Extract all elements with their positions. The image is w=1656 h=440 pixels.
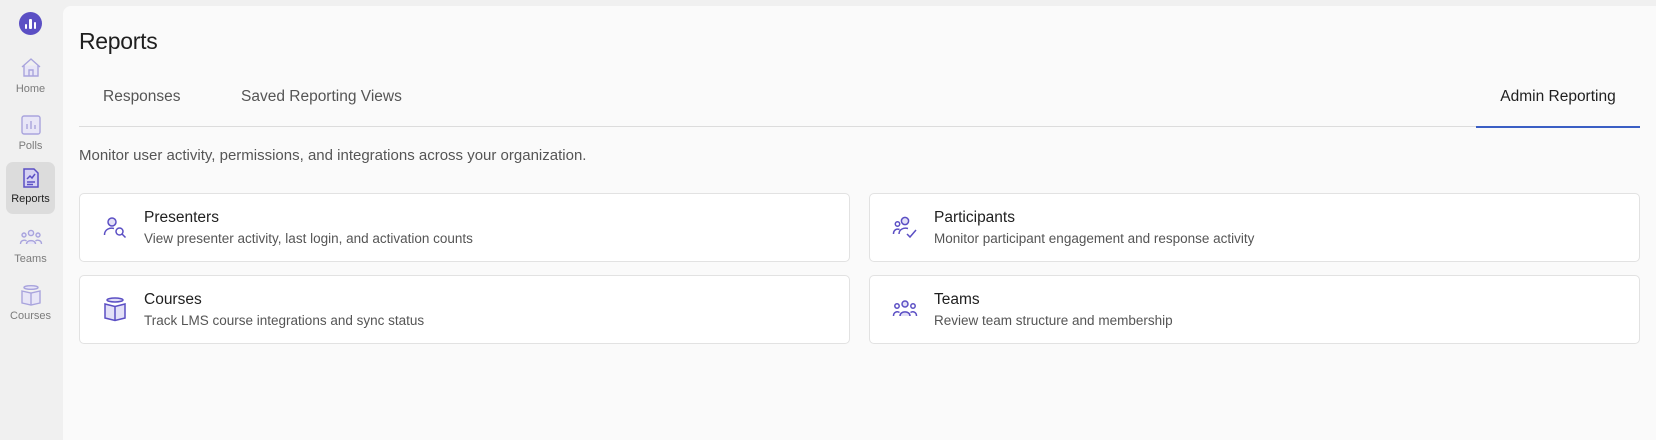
main-panel: Reports Responses Saved Reporting Views …	[63, 6, 1656, 440]
card-presenters[interactable]: Presenters View presenter activity, last…	[79, 193, 850, 262]
sidebar-item-teams[interactable]: Teams	[6, 222, 55, 274]
app-root: Home Polls Reports Teams Courses Reports…	[0, 0, 1656, 440]
card-description: View presenter activity, last login, and…	[144, 231, 473, 246]
card-courses[interactable]: Courses Track LMS course integrations an…	[79, 275, 850, 344]
team-icon	[892, 300, 918, 317]
tab-responses[interactable]: Responses	[79, 66, 205, 127]
card-description: Review team structure and membership	[934, 313, 1173, 328]
sidebar-item-reports[interactable]: Reports	[6, 162, 55, 214]
sidebar-item-label: Courses	[10, 310, 51, 322]
sidebar-item-label: Teams	[14, 253, 47, 265]
card-title: Teams	[934, 291, 980, 308]
card-participants[interactable]: Participants Monitor participant engagem…	[869, 193, 1640, 262]
sidebar-item-label: Reports	[11, 193, 50, 205]
reports-icon	[22, 168, 39, 188]
presenter-search-icon	[103, 217, 127, 239]
tab-bar: Responses Saved Reporting Views Admin Re…	[79, 66, 1640, 128]
card-title: Courses	[144, 291, 202, 308]
sidebar-item-label: Polls	[18, 140, 43, 152]
sidebar: Home Polls Reports Teams Courses	[0, 0, 62, 440]
card-description: Monitor participant engagement and respo…	[934, 231, 1255, 246]
courses-icon	[20, 285, 41, 306]
book-icon	[104, 297, 126, 322]
page-subtitle: Monitor user activity, permissions, and …	[79, 147, 587, 164]
sidebar-item-polls[interactable]: Polls	[6, 109, 55, 161]
card-title: Presenters	[144, 209, 219, 226]
sidebar-item-home[interactable]: Home	[6, 52, 55, 104]
sidebar-item-courses[interactable]: Courses	[6, 279, 55, 331]
tab-saved-reporting-views[interactable]: Saved Reporting Views	[217, 66, 426, 127]
card-title: Participants	[934, 209, 1015, 226]
teams-icon	[19, 229, 42, 245]
tab-admin-reporting[interactable]: Admin Reporting	[1476, 66, 1640, 128]
card-description: Track LMS course integrations and sync s…	[144, 313, 425, 328]
home-icon	[21, 58, 40, 77]
polls-icon	[20, 115, 41, 135]
logo-icon[interactable]	[19, 12, 42, 35]
sidebar-item-label: Home	[15, 83, 46, 95]
page-title: Reports	[79, 28, 158, 54]
card-teams[interactable]: Teams Review team structure and membersh…	[869, 275, 1640, 344]
participant-check-icon	[892, 216, 917, 239]
